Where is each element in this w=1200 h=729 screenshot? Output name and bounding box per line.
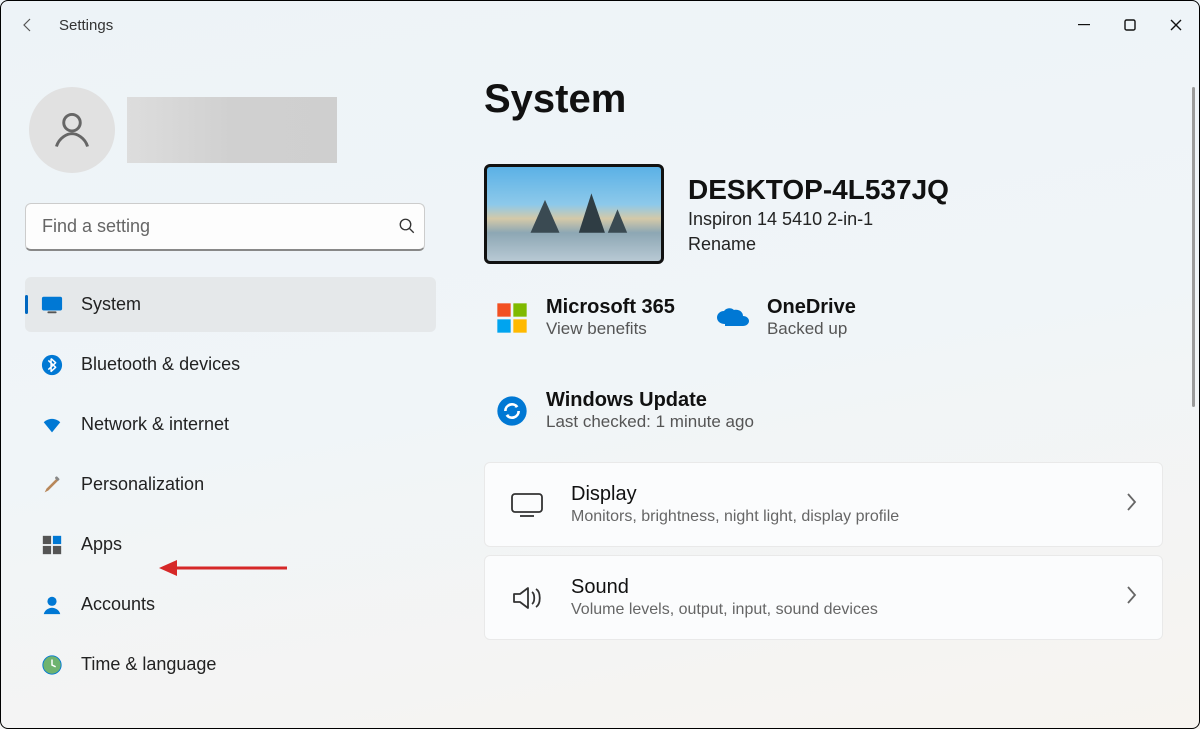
microsoft-365-link[interactable]: Microsoft 365 View benefits <box>494 296 675 339</box>
chevron-right-icon <box>1124 584 1138 611</box>
windows-update-link[interactable]: Windows Update Last checked: 1 minute ag… <box>494 389 1163 432</box>
display-icon <box>509 487 545 523</box>
nav-item-time-language[interactable]: Time & language <box>25 637 436 692</box>
apps-icon <box>41 534 63 556</box>
clock-globe-icon <box>41 654 63 676</box>
rename-link[interactable]: Rename <box>688 234 756 255</box>
sound-icon <box>509 580 545 616</box>
nav-item-personalization[interactable]: Personalization <box>25 457 436 512</box>
windows-update-icon <box>494 393 530 429</box>
device-info: DESKTOP-4L537JQ Inspiron 14 5410 2-in-1 … <box>484 164 1163 264</box>
title-bar: Settings <box>1 1 1199 49</box>
close-button[interactable] <box>1153 5 1199 45</box>
scrollbar-thumb[interactable] <box>1192 87 1195 407</box>
chevron-right-icon <box>1124 491 1138 518</box>
status-title: OneDrive <box>767 296 856 319</box>
profile-name-placeholder <box>127 97 337 163</box>
status-subtitle: Last checked: 1 minute ago <box>546 412 754 432</box>
nav-item-bluetooth[interactable]: Bluetooth & devices <box>25 337 436 392</box>
nav-label: Network & internet <box>81 414 229 435</box>
onedrive-link[interactable]: OneDrive Backed up <box>715 296 856 339</box>
onedrive-icon <box>715 300 751 336</box>
card-subtitle: Monitors, brightness, night light, displ… <box>571 508 1098 526</box>
status-title: Microsoft 365 <box>546 296 675 319</box>
search-icon <box>398 217 416 240</box>
status-subtitle: View benefits <box>546 319 675 339</box>
profile-block[interactable] <box>25 87 436 173</box>
maximize-button[interactable] <box>1107 5 1153 45</box>
back-button[interactable] <box>17 15 37 35</box>
nav-label: Accounts <box>81 594 155 615</box>
nav-item-accounts[interactable]: Accounts <box>25 577 436 632</box>
accounts-icon <box>41 594 63 616</box>
content-pane: System DESKTOP-4L537JQ Inspiron 14 5410 … <box>448 49 1187 728</box>
device-model: Inspiron 14 5410 2-in-1 <box>688 209 949 230</box>
status-subtitle: Backed up <box>767 319 856 339</box>
card-title: Display <box>571 483 1098 506</box>
app-title: Settings <box>59 17 113 34</box>
card-title: Sound <box>571 576 1098 599</box>
paintbrush-icon <box>41 474 63 496</box>
card-subtitle: Volume levels, output, input, sound devi… <box>571 601 1098 619</box>
wifi-icon <box>41 414 63 436</box>
device-thumbnail[interactable] <box>484 164 664 264</box>
status-title: Windows Update <box>546 389 754 412</box>
nav-label: Time & language <box>81 654 216 675</box>
settings-card-sound[interactable]: Sound Volume levels, output, input, soun… <box>484 555 1163 640</box>
settings-card-display[interactable]: Display Monitors, brightness, night ligh… <box>484 462 1163 547</box>
page-title: System <box>484 77 1163 122</box>
nav-label: Apps <box>81 534 122 555</box>
microsoft-365-icon <box>494 300 530 336</box>
bluetooth-icon <box>41 354 63 376</box>
avatar <box>29 87 115 173</box>
system-icon <box>41 294 63 316</box>
minimize-button[interactable] <box>1061 5 1107 45</box>
nav-item-network[interactable]: Network & internet <box>25 397 436 452</box>
nav-label: Personalization <box>81 474 204 495</box>
nav-item-system[interactable]: System <box>25 277 436 332</box>
nav-label: Bluetooth & devices <box>81 354 240 375</box>
device-name: DESKTOP-4L537JQ <box>688 173 949 207</box>
nav-label: System <box>81 294 141 315</box>
nav-item-apps[interactable]: Apps <box>25 517 436 572</box>
search-input[interactable] <box>25 203 425 251</box>
sidebar: System Bluetooth & devices Network & int… <box>13 49 448 728</box>
